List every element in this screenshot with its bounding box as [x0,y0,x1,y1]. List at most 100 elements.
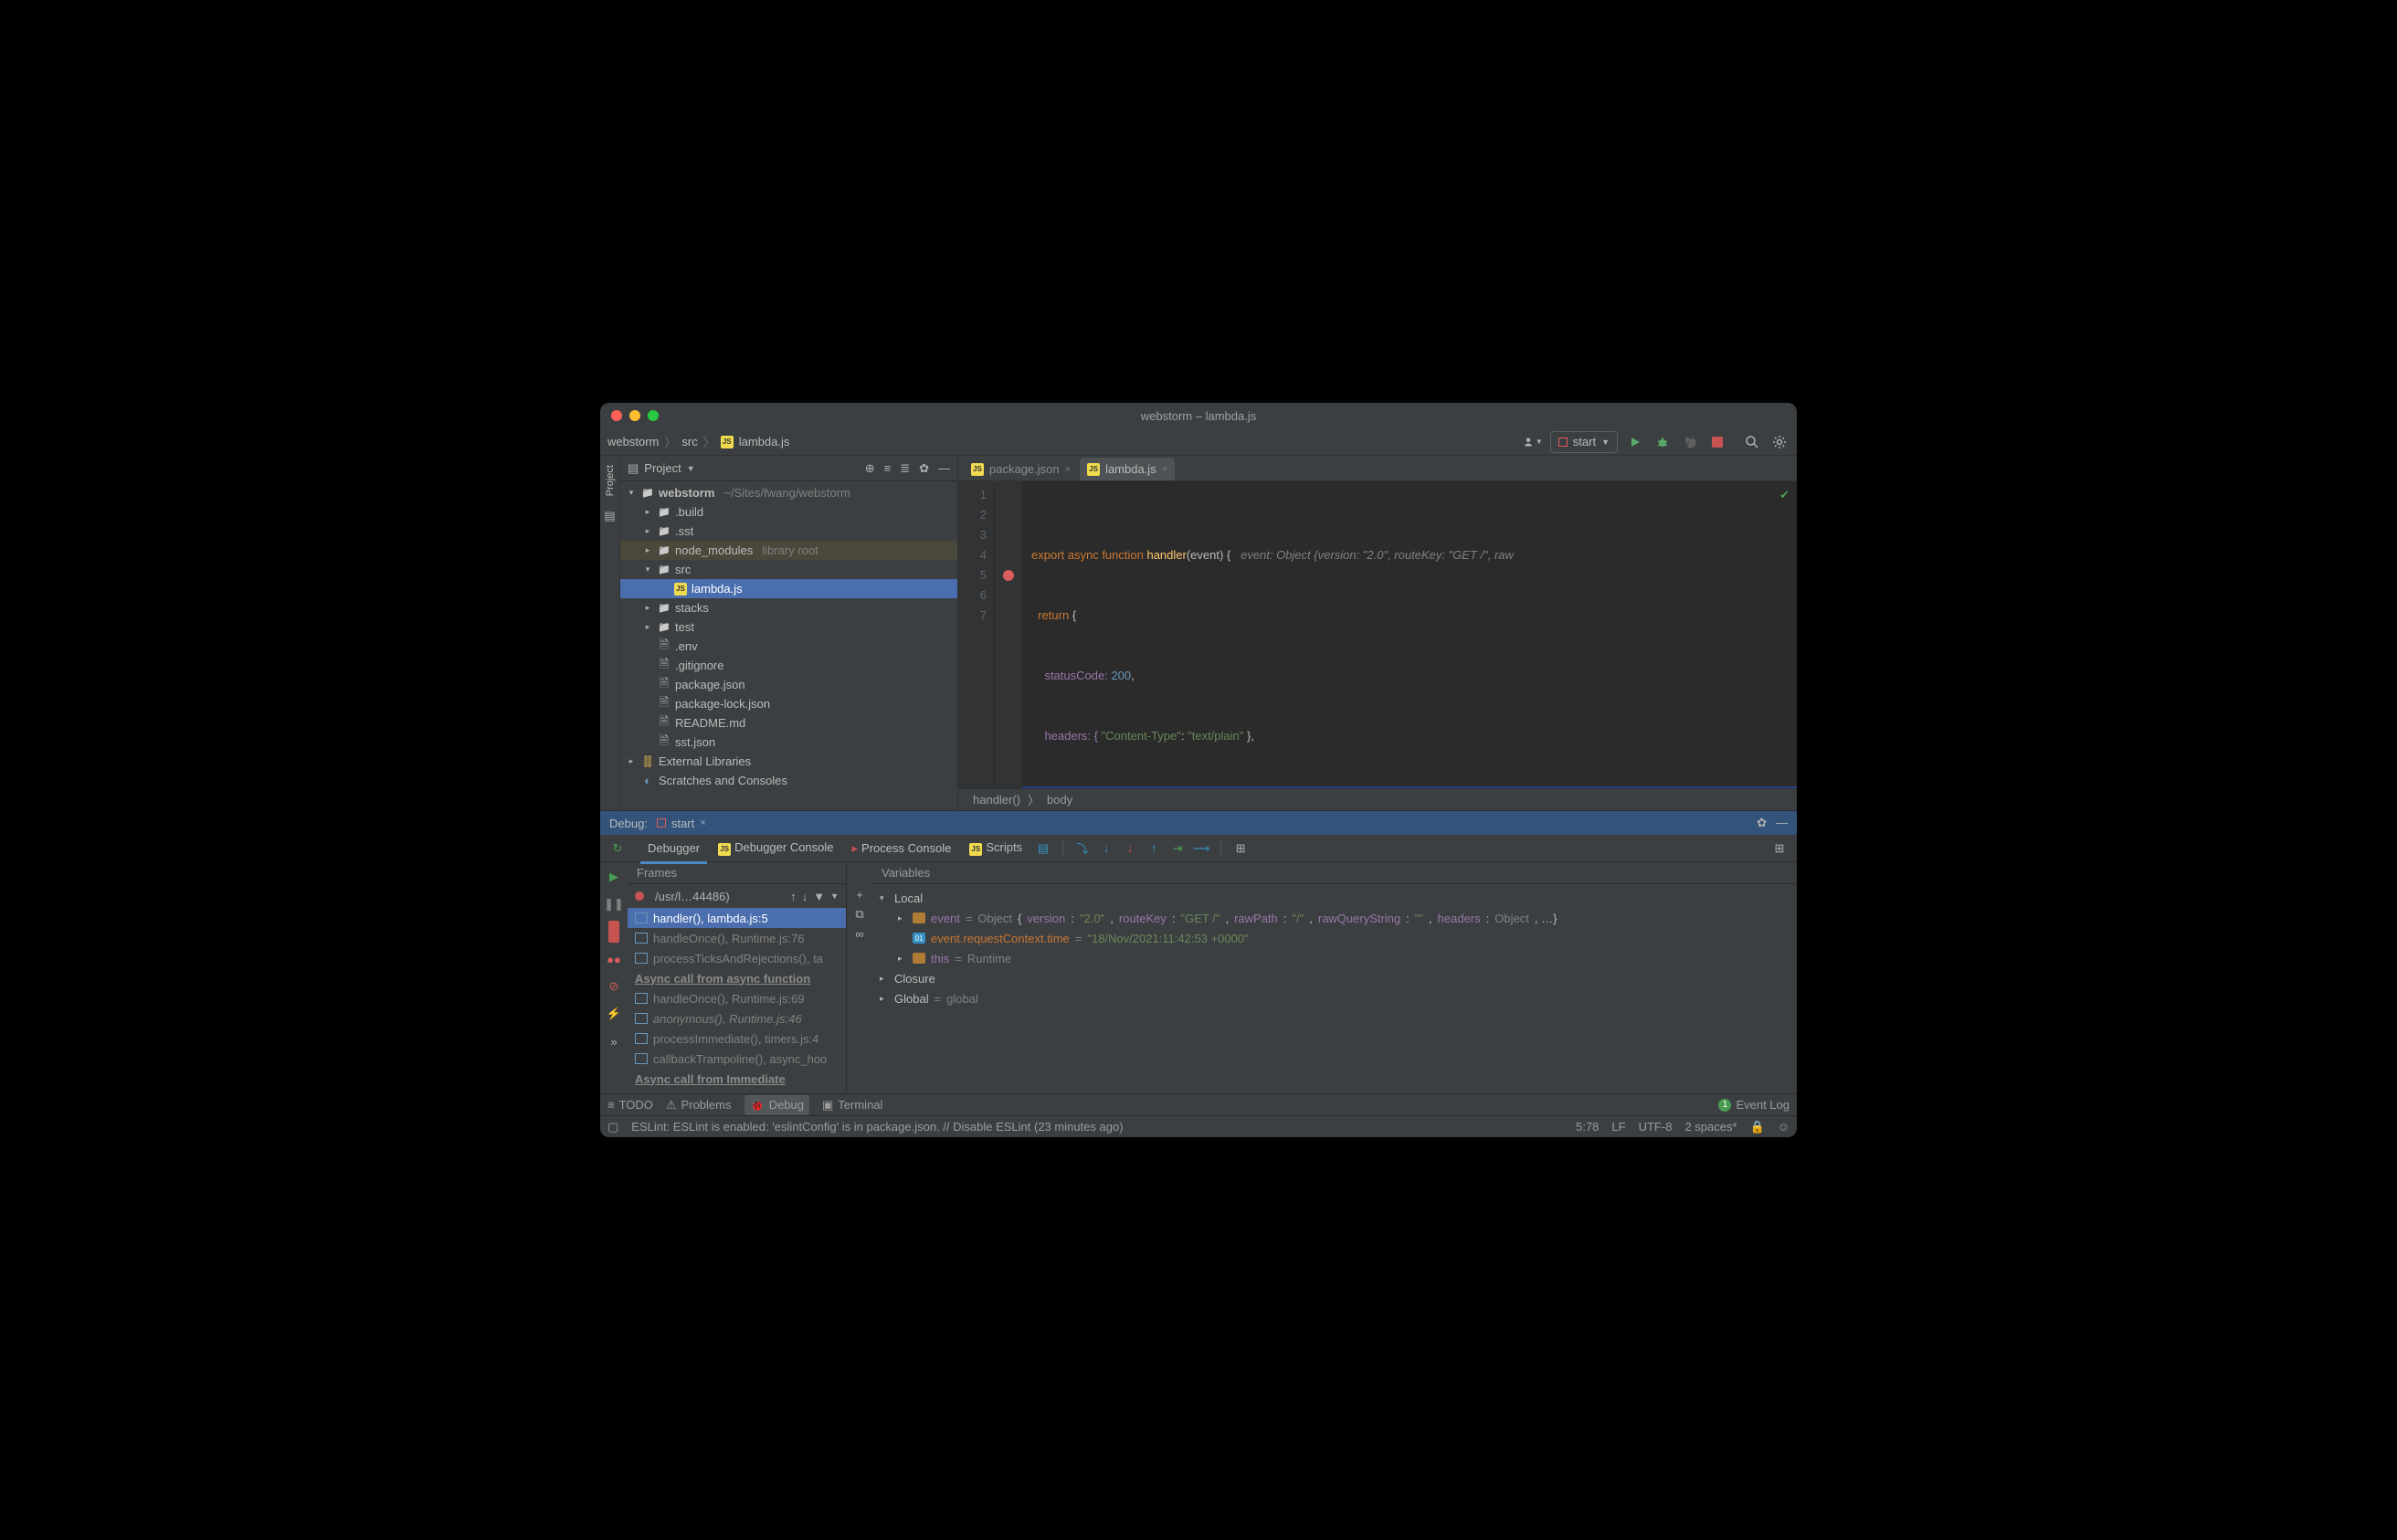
chevron-icon[interactable]: ▾ [642,564,653,575]
chevron-icon[interactable]: ▸ [642,622,653,632]
project-tool-icon[interactable]: ▤ [604,509,615,523]
file-encoding[interactable]: UTF-8 [1639,1120,1673,1134]
more-icon[interactable]: » [610,1030,617,1052]
stop-button[interactable] [1707,432,1727,452]
project-tool-button[interactable]: Project [605,461,616,500]
crumb-item[interactable]: body [1047,793,1072,807]
chevron-down-icon[interactable]: ▾ [880,893,889,903]
thread-name[interactable]: /usr/l…44486) [655,890,785,903]
add-watch-icon[interactable]: + [856,888,863,902]
maximize-icon[interactable] [648,410,659,421]
indent-setting[interactable]: 2 spaces* [1684,1120,1737,1134]
caret-position[interactable]: 5:78 [1576,1120,1599,1134]
debugger-console-tab[interactable]: JSDebugger Console [711,837,840,860]
search-icon[interactable] [1742,432,1762,452]
breadcrumb-item[interactable]: lambda.js [739,435,790,448]
frames-list[interactable]: handler(), lambda.js:5handleOnce(), Runt… [628,908,846,1093]
hide-icon[interactable]: — [938,461,950,476]
tree-item[interactable]: 🗎.gitignore [620,656,957,675]
tree-item[interactable]: ▸node_moduleslibrary root [620,541,957,560]
debug-tool-button[interactable]: 🐞Debug [744,1095,810,1115]
frame-row[interactable]: processTicksAndRejections(), ta [628,948,846,968]
project-tree[interactable]: ▾ webstorm ~/Sites/fwang/webstorm ▸.buil… [620,481,957,810]
debugger-tab[interactable]: Debugger [640,838,707,859]
tree-item[interactable]: ▸.build [620,502,957,522]
tree-item[interactable]: ▸stacks [620,598,957,617]
code-editor[interactable]: 1234567 ✔ export async function handler(… [958,481,1797,788]
chevron-right-icon[interactable]: ▸ [880,994,889,1004]
dropdown-icon[interactable]: ▼ [830,891,839,901]
settings-icon[interactable]: ✿ [1757,816,1767,830]
frame-row[interactable]: Async call from Immediate [628,1069,846,1089]
line-separator[interactable]: LF [1611,1120,1625,1134]
tree-item[interactable]: 🗎package-lock.json [620,694,957,713]
editor-tab[interactable]: JSpackage.json× [964,458,1078,480]
link-icon[interactable]: ∞ [855,927,863,941]
tree-scratches[interactable]: ◐ Scratches and Consoles [620,771,957,790]
step-into-icon[interactable]: ↓ [1096,839,1116,859]
inspection-icon[interactable]: ☺ [1778,1120,1790,1134]
chevron-icon[interactable]: ▸ [642,603,653,613]
tree-item[interactable]: ▸test [620,617,957,637]
pause-icon[interactable]: ❚❚ [604,893,624,915]
tree-item[interactable]: JSlambda.js [620,579,957,598]
frame-row[interactable]: handleOnce(), Runtime.js:76 [628,928,846,948]
collapse-all-icon[interactable]: ≣ [900,461,910,476]
frame-row[interactable]: handler(), lambda.js:5 [628,908,846,928]
step-out-icon[interactable]: ↑ [1144,839,1164,859]
view-breakpoints-icon[interactable]: ●● [607,948,621,970]
hide-icon[interactable]: — [1776,816,1788,830]
copy-icon[interactable]: ⧉ [855,907,863,922]
layout-settings-icon[interactable]: ⊞ [1769,839,1790,859]
frame-row[interactable]: processImmediate(), timers.js:4 [628,1028,846,1049]
chevron-right-icon[interactable]: ▸ [880,974,889,984]
filter-icon[interactable]: ▼ [813,890,825,903]
mute-breakpoints-icon[interactable]: ⊘ [609,976,619,997]
chevron-down-icon[interactable]: ▾ [626,488,637,498]
close-icon[interactable]: × [1065,464,1071,475]
run-button[interactable] [1625,432,1645,452]
tree-item[interactable]: 🗎sst.json [620,733,957,752]
close-icon[interactable] [611,410,622,421]
debug-button[interactable] [1653,432,1673,452]
prev-frame-icon[interactable]: ↑ [790,890,797,903]
settings-icon[interactable] [1769,432,1790,452]
chevron-icon[interactable]: ▸ [642,526,653,536]
scripts-tab[interactable]: JSScripts [962,837,1030,860]
rerun-button[interactable] [1680,432,1700,452]
settings-icon[interactable]: ✿ [919,461,929,476]
status-icon[interactable]: ▢ [607,1120,618,1134]
tree-external-libs[interactable]: ▸ ⫿⫿ External Libraries [620,752,957,771]
tree-root[interactable]: ▾ webstorm ~/Sites/fwang/webstorm [620,483,957,502]
user-dropdown-icon[interactable]: ▼ [1523,432,1543,452]
code-content[interactable]: ✔ export async function handler(event) {… [1022,481,1797,788]
step-over-icon[interactable]: ⤵ [1072,839,1093,859]
frame-row[interactable]: callbackTrampoline(), async_hoo [628,1049,846,1069]
editor-tab[interactable]: JSlambda.js× [1080,458,1175,480]
thread-dump-icon[interactable]: ⚡ [607,1003,621,1025]
close-icon[interactable]: × [700,817,705,828]
terminal-tool-button[interactable]: ▣Terminal [822,1098,882,1113]
evaluate-icon[interactable]: ⟿ [1191,839,1211,859]
expand-all-icon[interactable]: ≡ [884,461,892,476]
stop-icon[interactable] [608,921,619,943]
tree-item[interactable]: 🗎.env [620,637,957,656]
breadcrumb-item[interactable]: src [681,435,697,448]
breakpoint-icon[interactable] [1003,570,1014,581]
process-console-tab[interactable]: ▸Process Console [845,838,959,860]
resume-icon[interactable]: ▶ [609,866,618,888]
run-config-selector[interactable]: start ▼ [1550,431,1618,453]
run-to-cursor-icon[interactable]: ⇥ [1167,839,1188,859]
lock-icon[interactable]: 🔒 [1750,1120,1765,1134]
crumb-item[interactable]: handler() [973,793,1020,807]
chevron-right-icon[interactable]: ▸ [898,954,907,964]
frame-row[interactable]: Async call from async function [628,968,846,988]
locate-icon[interactable]: ⊕ [865,461,875,476]
minimize-icon[interactable] [629,410,640,421]
tree-item[interactable]: ▾src [620,560,957,579]
inspection-ok-icon[interactable]: ✔ [1779,485,1790,505]
chevron-right-icon[interactable]: ▸ [898,913,907,923]
chevron-right-icon[interactable]: ▸ [626,756,637,766]
frame-row[interactable]: handleOnce(), Runtime.js:69 [628,988,846,1008]
close-icon[interactable]: × [1162,464,1167,475]
